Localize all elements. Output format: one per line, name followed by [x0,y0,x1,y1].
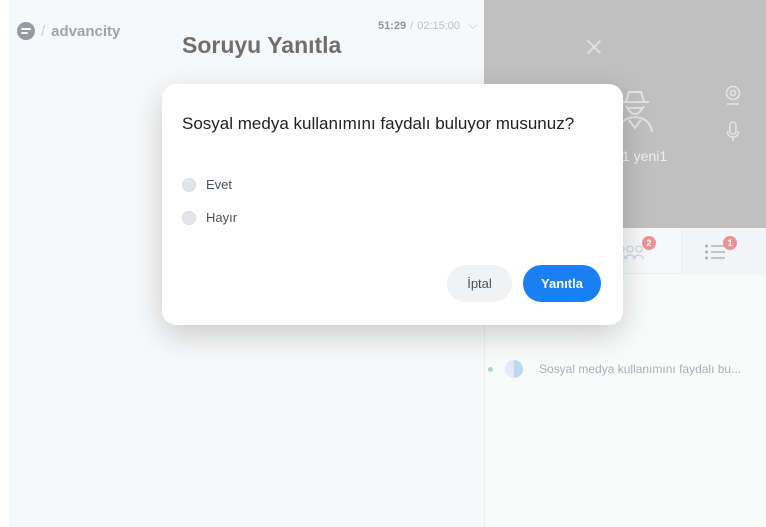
option-evet[interactable]: Evet [182,177,232,192]
option-hayir[interactable]: Hayır [182,210,237,225]
submit-button[interactable]: Yanıtla [523,265,601,302]
dialog-question: Sosyal medya kullanımını faydalı buluyor… [182,114,575,133]
cancel-button[interactable]: İptal [447,265,512,302]
option-label: Hayır [206,210,238,225]
radio-button[interactable] [182,177,196,192]
answer-dialog: Sosyal medya kullanımını faydalı buluyor… [162,84,623,325]
radio-button[interactable] [182,210,196,225]
option-label: Evet [206,177,233,192]
